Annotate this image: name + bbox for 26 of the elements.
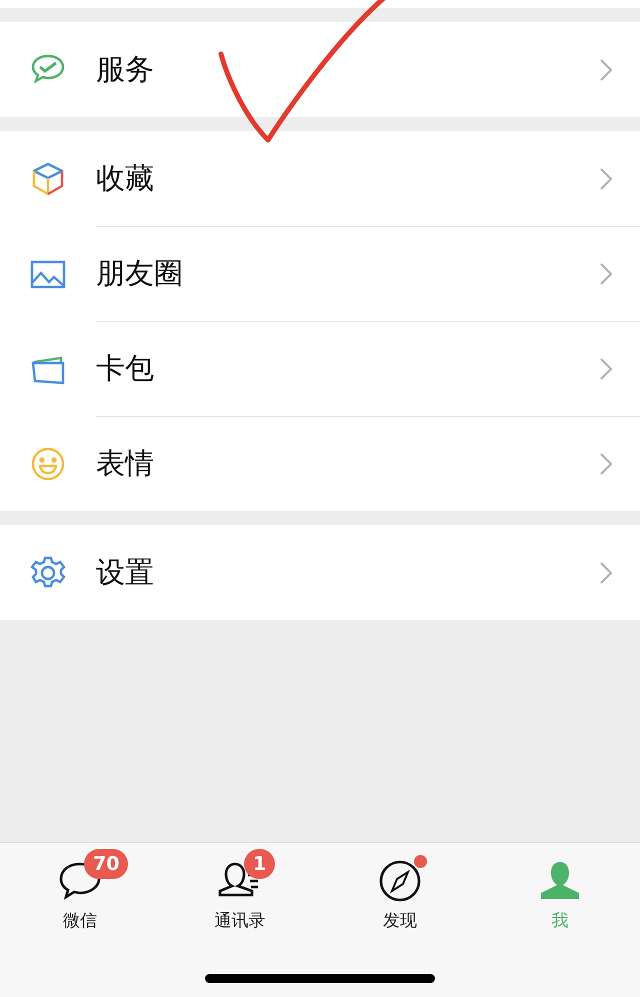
menu-row[interactable]: 服务 — [0, 22, 640, 117]
menu-row[interactable]: 收藏 — [0, 131, 640, 226]
unread-badge: 1 — [244, 849, 276, 879]
chevron-right-icon — [600, 562, 612, 584]
chevron-right-icon — [600, 358, 612, 380]
menu-row[interactable]: 表情 — [0, 416, 640, 511]
menu-row[interactable]: 朋友圈 — [0, 226, 640, 321]
compass-icon — [378, 859, 422, 903]
unread-badge: 70 — [84, 849, 128, 879]
tab[interactable]: 1 通讯录 — [160, 843, 320, 932]
menu-label: 表情 — [96, 445, 155, 482]
menu-label: 卡包 — [96, 350, 155, 387]
menu-row[interactable]: 设置 — [0, 525, 640, 620]
menu-label: 朋友圈 — [96, 255, 184, 292]
chevron-right-icon — [600, 58, 612, 80]
chevron-right-icon — [600, 263, 612, 285]
chevron-right-icon — [600, 168, 612, 190]
cube-icon — [30, 160, 66, 196]
tab[interactable]: 70 微信 — [0, 843, 160, 932]
smiley-icon — [30, 446, 66, 482]
tab[interactable]: 发现 — [320, 843, 480, 932]
menu-row[interactable]: 卡包 — [0, 321, 640, 416]
menu-label: 服务 — [96, 50, 155, 88]
chevron-right-icon — [600, 453, 612, 475]
menu-label: 设置 — [96, 554, 155, 590]
menu-label: 收藏 — [96, 160, 155, 196]
